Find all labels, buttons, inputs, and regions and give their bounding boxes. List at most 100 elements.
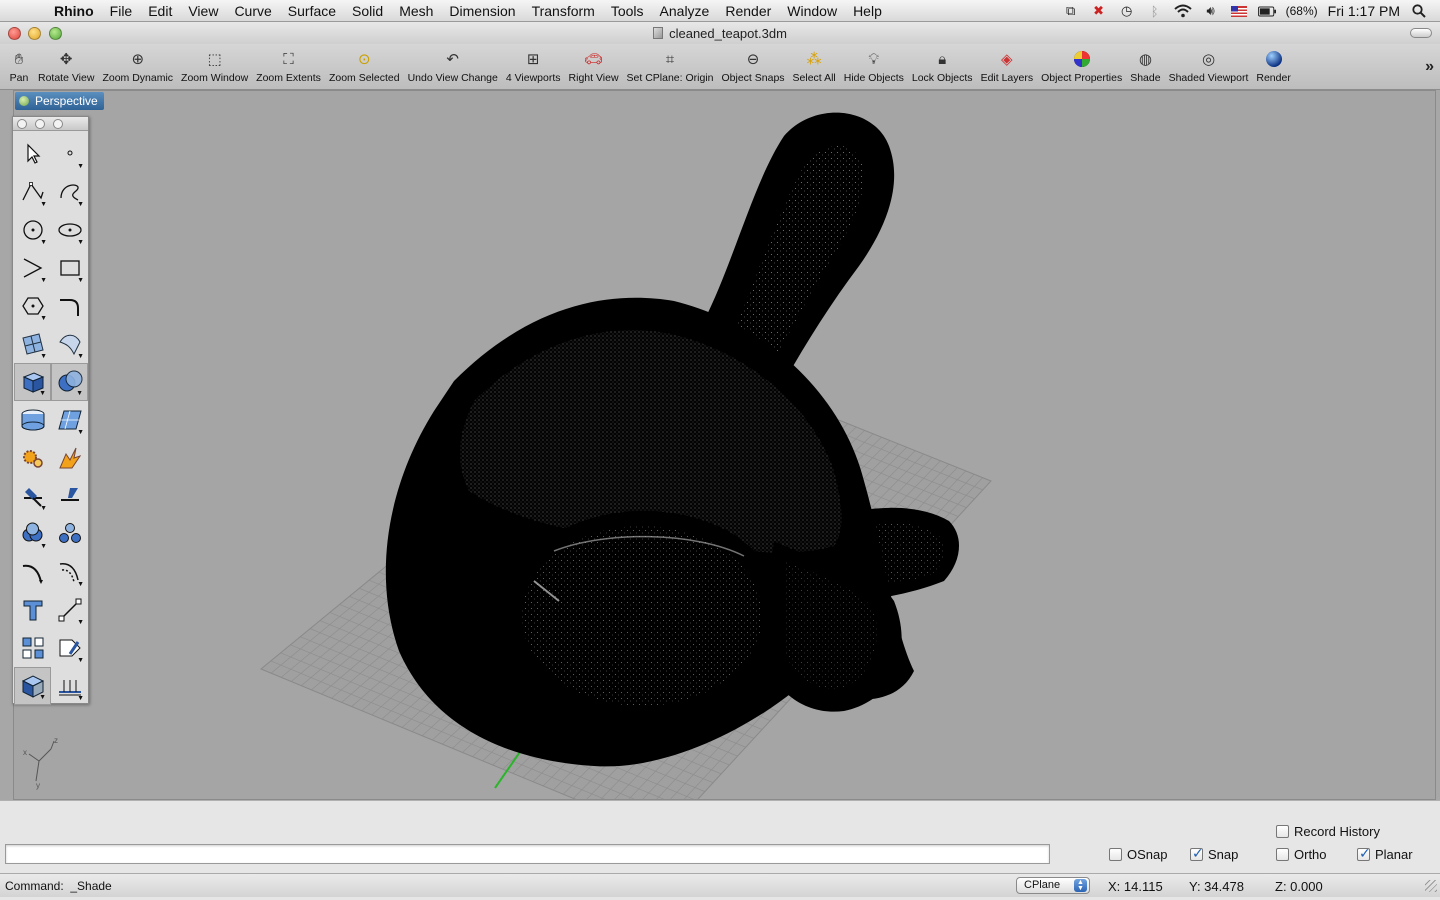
select-tool-button[interactable]	[14, 135, 51, 173]
menu-clock[interactable]: Fri 1:17 PM	[1328, 3, 1400, 19]
split-tool-button[interactable]: ▼	[14, 477, 51, 515]
zoom-window-button[interactable]: ⬚ Zoom Window	[177, 44, 252, 90]
zoom-dynamic-button[interactable]: ⊕ Zoom Dynamic	[98, 44, 177, 90]
explode-tool-button[interactable]	[51, 439, 88, 477]
osnap-toggle[interactable]: OSnap	[1109, 847, 1167, 862]
palette-minimize-button[interactable]	[35, 119, 45, 129]
volume-icon[interactable]: 🔊︎	[1202, 3, 1220, 19]
main-tool-palette[interactable]: ▼ ▼ ▼ ▼ ▼ ▼ ▼ ▼ ▼ ▼ ▼ ▼ ▼ ▼ ▼ ▼ ▼ ▼ ▼ ▼	[12, 116, 89, 705]
planar-toggle[interactable]: Planar	[1357, 845, 1413, 862]
analyze-tool-button[interactable]: ▼	[51, 629, 88, 667]
cplane-select[interactable]: CPlane ▲ ▼	[1016, 877, 1090, 894]
menu-tools[interactable]: Tools	[603, 0, 652, 22]
menu-view[interactable]: View	[180, 0, 226, 22]
set-cplane-origin-button[interactable]: ⌗ Set CPlane: Origin	[623, 44, 718, 90]
menu-window[interactable]: Window	[779, 0, 845, 22]
select-all-button[interactable]: ⁂ Select All	[789, 44, 840, 90]
mesh-tool-button[interactable]	[14, 401, 51, 439]
menu-edit[interactable]: Edit	[140, 0, 180, 22]
menu-solid[interactable]: Solid	[344, 0, 391, 22]
drafting-tool-button[interactable]: ▼	[51, 667, 88, 705]
trim-tool-button[interactable]	[51, 477, 88, 515]
right-view-button[interactable]: 🚗︎ Right View	[565, 44, 623, 90]
menu-surface[interactable]: Surface	[280, 0, 344, 22]
snap-checkbox[interactable]	[1190, 845, 1204, 862]
menu-dimension[interactable]: Dimension	[441, 0, 523, 22]
rotate-view-button[interactable]: ✥ Rotate View	[34, 44, 98, 90]
circle-tool-button[interactable]: ▼	[14, 211, 51, 249]
transform-tool-button[interactable]	[14, 439, 51, 477]
ortho-toggle[interactable]: Ortho	[1276, 847, 1327, 862]
planar-checkbox[interactable]	[1357, 845, 1371, 862]
menu-app-name[interactable]: Rhino	[48, 0, 102, 22]
ortho-checkbox[interactable]	[1276, 848, 1289, 861]
window-resize-grip[interactable]	[1425, 880, 1437, 892]
osnap-checkbox[interactable]	[1109, 848, 1122, 861]
undo-view-change-button[interactable]: ↶ Undo View Change	[404, 44, 502, 90]
boolean-tool-button[interactable]: ▼	[51, 363, 88, 401]
bluetooth-icon[interactable]: ᛒ	[1146, 3, 1164, 19]
wifi-icon[interactable]	[1173, 3, 1192, 19]
render-button[interactable]: Render	[1252, 44, 1294, 90]
pan-button[interactable]: ✋︎ Pan	[4, 44, 34, 90]
object-properties-button[interactable]: Object Properties	[1037, 44, 1126, 90]
command-input[interactable]	[5, 844, 1050, 864]
viewport-scene[interactable]: z x y	[14, 91, 1436, 800]
time-machine-icon[interactable]: ◷	[1118, 3, 1136, 19]
spotlight-search-icon[interactable]	[1410, 3, 1428, 19]
surface-tool-button[interactable]: ▼	[14, 325, 51, 363]
zoom-selected-button[interactable]: ⊙ Zoom Selected	[325, 44, 404, 90]
battery-icon[interactable]	[1257, 3, 1276, 19]
mesh-plane-tool-button[interactable]: ▼	[51, 401, 88, 439]
menu-render[interactable]: Render	[717, 0, 779, 22]
window-minimize-button[interactable]	[28, 27, 41, 40]
four-viewports-button[interactable]: ⊞ 4 Viewports	[502, 44, 565, 90]
snap-toggle[interactable]: Snap	[1190, 845, 1238, 862]
zoom-extents-button[interactable]: ⛶ Zoom Extents	[252, 44, 325, 90]
window-close-button[interactable]	[8, 27, 21, 40]
dimension-tool-button[interactable]: ▼	[51, 591, 88, 629]
window-zoom-button[interactable]	[49, 27, 62, 40]
menu-curve[interactable]: Curve	[226, 0, 279, 22]
menu-help[interactable]: Help	[845, 0, 890, 22]
menu-mesh[interactable]: Mesh	[391, 0, 441, 22]
group-tool-button[interactable]: ▼	[14, 515, 51, 553]
box-solid-tool-button[interactable]: ▼	[14, 363, 51, 401]
offset-tool-button[interactable]: ▼	[51, 553, 88, 591]
polygon-tool-button[interactable]: ▼	[14, 287, 51, 325]
screen-sharing-icon[interactable]: ⧉	[1062, 3, 1080, 19]
keychain-icon[interactable]: ✖	[1090, 3, 1108, 19]
fillet-curve-tool-button[interactable]	[51, 287, 88, 325]
ellipse-tool-button[interactable]: ▼	[51, 211, 88, 249]
shaded-viewport-button[interactable]: ◎ Shaded Viewport	[1165, 44, 1253, 90]
block-tool-button[interactable]	[14, 629, 51, 667]
menu-file[interactable]: File	[102, 0, 141, 22]
toolbar-toggle-button[interactable]	[1410, 28, 1432, 38]
point-tool-button[interactable]: ▼	[51, 135, 88, 173]
record-history-toggle[interactable]: Record History	[1276, 824, 1380, 839]
curve-tool-button[interactable]: ▼	[51, 173, 88, 211]
palette-zoom-button[interactable]	[53, 119, 63, 129]
palette-close-button[interactable]	[17, 119, 27, 129]
rectangle-tool-button[interactable]: ▼	[51, 249, 88, 287]
object-snaps-button[interactable]: ⊖ Object Snaps	[718, 44, 789, 90]
cplane-stepper-icon[interactable]: ▲ ▼	[1074, 879, 1087, 892]
arc-tool-button[interactable]: ▼	[14, 249, 51, 287]
fillet-edge-tool-button[interactable]	[14, 553, 51, 591]
viewport-title-tab[interactable]: Perspective	[15, 92, 104, 110]
text-tool-button[interactable]	[14, 591, 51, 629]
flag-input-icon[interactable]	[1230, 3, 1248, 19]
lock-objects-button[interactable]: 🔒︎ Lock Objects	[908, 44, 977, 90]
ungroup-tool-button[interactable]	[51, 515, 88, 553]
hide-objects-button[interactable]: 💡︎ Hide Objects	[840, 44, 908, 90]
edit-layers-button[interactable]: ◈ Edit Layers	[977, 44, 1038, 90]
shade-button[interactable]: ◍ Shade	[1126, 44, 1164, 90]
palette-title-bar[interactable]	[13, 117, 88, 131]
sweep-tool-button[interactable]: ▼	[51, 325, 88, 363]
polyline-tool-button[interactable]: ▼	[14, 173, 51, 211]
menu-analyze[interactable]: Analyze	[652, 0, 718, 22]
document-proxy-icon[interactable]	[653, 27, 664, 39]
record-history-checkbox[interactable]	[1276, 825, 1289, 838]
render-tool-button[interactable]: ▼	[14, 667, 51, 705]
menu-transform[interactable]: Transform	[524, 0, 603, 22]
